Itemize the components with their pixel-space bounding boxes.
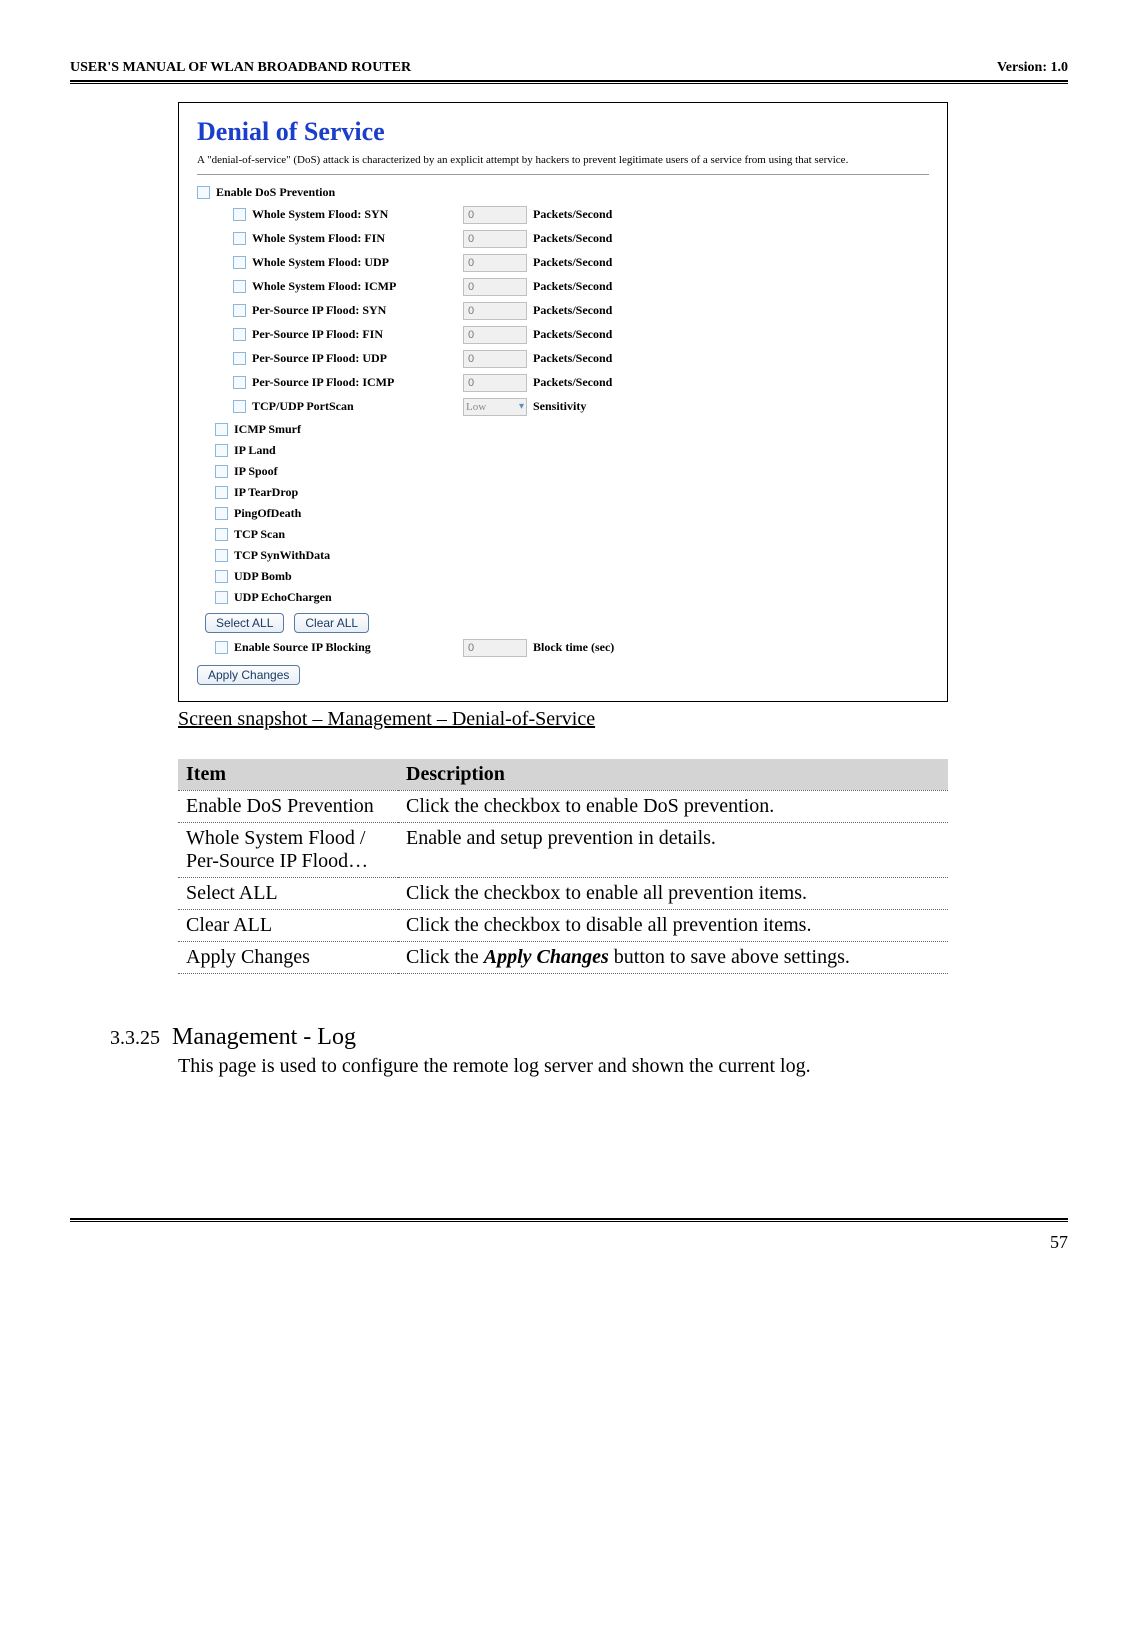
footer-rule [70, 1218, 1068, 1222]
packets-unit: Packets/Second [533, 351, 612, 366]
flood-input[interactable] [463, 374, 527, 392]
simple-label: UDP Bomb [234, 569, 292, 584]
packets-unit: Packets/Second [533, 279, 612, 294]
section-title: Management - Log [172, 1024, 356, 1051]
flood-checkbox[interactable] [233, 256, 246, 269]
flood-label: Whole System Flood: ICMP [252, 279, 396, 294]
block-time-unit: Block time (sec) [533, 640, 614, 655]
page-header: USER'S MANUAL OF WLAN BROADBAND ROUTER V… [70, 60, 1068, 76]
simple-checkbox[interactable] [215, 570, 228, 583]
flood-checkbox[interactable] [233, 328, 246, 341]
simple-label: TCP SynWithData [234, 548, 330, 563]
table-cell-item: Apply Changes [178, 941, 398, 973]
divider [197, 174, 929, 175]
portscan-label: TCP/UDP PortScan [252, 399, 354, 414]
simple-checkbox[interactable] [215, 528, 228, 541]
flood-checkbox[interactable] [233, 232, 246, 245]
flood-label: Whole System Flood: UDP [252, 255, 389, 270]
table-cell-desc: Click the Apply Changes button to save a… [398, 941, 948, 973]
packets-unit: Packets/Second [533, 303, 612, 318]
flood-label: Per-Source IP Flood: SYN [252, 303, 386, 318]
table-cell-item: Clear ALL [178, 909, 398, 941]
flood-input[interactable] [463, 326, 527, 344]
sensitivity-select[interactable]: Low ▾ [463, 398, 527, 416]
screenshot-caption: Screen snapshot – Management – Denial-of… [178, 708, 1068, 731]
enable-dos-checkbox[interactable] [197, 186, 210, 199]
header-right: Version: 1.0 [997, 60, 1068, 76]
flood-label: Whole System Flood: FIN [252, 231, 385, 246]
flood-input[interactable] [463, 254, 527, 272]
page-number: 57 [70, 1232, 1068, 1253]
chevron-down-icon: ▾ [519, 401, 524, 412]
table-cell-desc: Click the checkbox to disable all preven… [398, 909, 948, 941]
header-left: USER'S MANUAL OF WLAN BROADBAND ROUTER [70, 60, 411, 76]
dos-screenshot-panel: Denial of Service A "denial-of-service" … [178, 102, 948, 702]
table-cell-item: Enable DoS Prevention [178, 790, 398, 822]
block-time-input[interactable] [463, 639, 527, 657]
portscan-checkbox[interactable] [233, 400, 246, 413]
table-cell-item: Select ALL [178, 877, 398, 909]
flood-checkbox[interactable] [233, 208, 246, 221]
flood-checkbox[interactable] [233, 376, 246, 389]
simple-label: IP Land [234, 443, 276, 458]
simple-label: UDP EchoChargen [234, 590, 332, 605]
simple-checkbox[interactable] [215, 591, 228, 604]
table-header-description: Description [398, 759, 948, 791]
dos-title: Denial of Service [197, 117, 929, 147]
simple-checkbox[interactable] [215, 486, 228, 499]
table-cell-desc: Click the checkbox to enable all prevent… [398, 877, 948, 909]
simple-label: TCP Scan [234, 527, 285, 542]
sensitivity-unit: Sensitivity [533, 399, 586, 414]
select-all-button[interactable]: Select ALL [205, 613, 284, 633]
packets-unit: Packets/Second [533, 231, 612, 246]
flood-input[interactable] [463, 230, 527, 248]
simple-checkbox[interactable] [215, 549, 228, 562]
flood-input[interactable] [463, 302, 527, 320]
simple-checkbox[interactable] [215, 444, 228, 457]
simple-label: IP Spoof [234, 464, 278, 479]
section-body: This page is used to configure the remot… [178, 1055, 988, 1078]
flood-label: Per-Source IP Flood: ICMP [252, 375, 394, 390]
simple-label: IP TearDrop [234, 485, 298, 500]
table-header-item: Item [178, 759, 398, 791]
table-cell-desc: Enable and setup prevention in details. [398, 822, 948, 877]
enable-dos-label: Enable DoS Prevention [216, 185, 335, 200]
flood-label: Per-Source IP Flood: FIN [252, 327, 383, 342]
dos-description: A "denial-of-service" (DoS) attack is ch… [197, 153, 929, 168]
flood-input[interactable] [463, 206, 527, 224]
simple-checkbox[interactable] [215, 507, 228, 520]
packets-unit: Packets/Second [533, 207, 612, 222]
simple-label: ICMP Smurf [234, 422, 301, 437]
flood-label: Whole System Flood: SYN [252, 207, 388, 222]
flood-checkbox[interactable] [233, 304, 246, 317]
source-ip-block-checkbox[interactable] [215, 641, 228, 654]
clear-all-button[interactable]: Clear ALL [294, 613, 369, 633]
header-rule [70, 80, 1068, 84]
simple-checkbox[interactable] [215, 423, 228, 436]
section-number: 3.3.25 [110, 1027, 160, 1050]
apply-changes-button[interactable]: Apply Changes [197, 665, 300, 685]
packets-unit: Packets/Second [533, 255, 612, 270]
flood-checkbox[interactable] [233, 352, 246, 365]
flood-input[interactable] [463, 278, 527, 296]
simple-checkbox[interactable] [215, 465, 228, 478]
packets-unit: Packets/Second [533, 327, 612, 342]
packets-unit: Packets/Second [533, 375, 612, 390]
table-cell-item: Whole System Flood / Per-Source IP Flood… [178, 822, 398, 877]
source-ip-block-label: Enable Source IP Blocking [234, 640, 371, 655]
table-cell-desc: Click the checkbox to enable DoS prevent… [398, 790, 948, 822]
flood-checkbox[interactable] [233, 280, 246, 293]
simple-label: PingOfDeath [234, 506, 301, 521]
description-table: Item Description Enable DoS PreventionCl… [178, 759, 948, 974]
flood-input[interactable] [463, 350, 527, 368]
flood-label: Per-Source IP Flood: UDP [252, 351, 387, 366]
